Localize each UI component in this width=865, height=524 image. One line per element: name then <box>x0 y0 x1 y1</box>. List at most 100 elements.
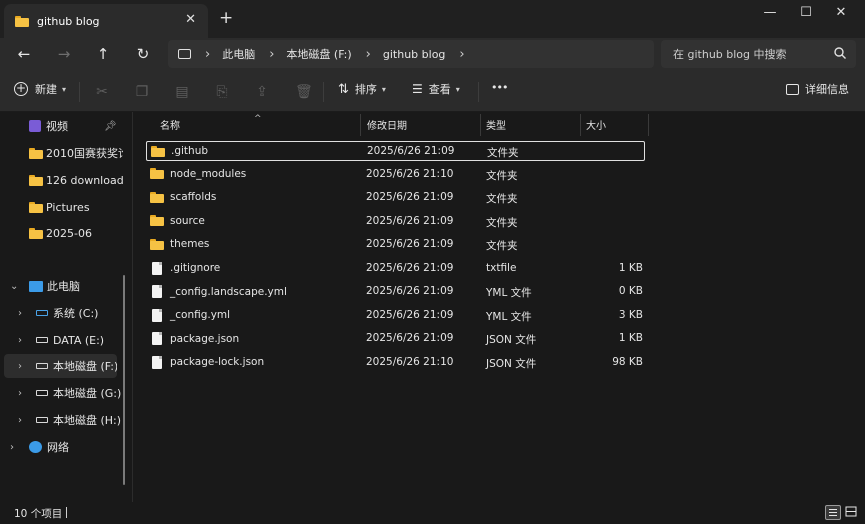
drive-icon <box>36 310 48 316</box>
file-size: 0 KB <box>618 285 643 297</box>
sidebar-item-folder[interactable]: 2025-06 <box>0 221 123 245</box>
sidebar-scrollbar[interactable] <box>123 275 125 485</box>
tiles-view-button[interactable] <box>844 505 860 520</box>
table-row[interactable]: package-lock.json 2025/6/26 21:10 JSON 文件 9… <box>146 353 645 373</box>
table-row[interactable]: _config.yml 2025/6/26 21:09 YML 文件 3 KB <box>146 306 645 326</box>
chevron-right-icon[interactable]: › <box>10 442 14 453</box>
breadcrumb-this-pc[interactable]: 此电脑 <box>222 46 255 62</box>
sidebar-item-this-pc[interactable]: ⌄ 此电脑 <box>0 274 123 298</box>
copy-icon[interactable]: ❐ <box>134 84 150 100</box>
column-divider[interactable] <box>648 114 649 136</box>
forward-button[interactable]: → <box>50 42 78 66</box>
details-view-button[interactable] <box>825 505 841 520</box>
drive-icon <box>36 390 48 396</box>
back-button[interactable]: ← <box>10 42 38 66</box>
column-divider[interactable] <box>480 114 481 136</box>
monitor-icon <box>178 49 191 59</box>
search-placeholder: 在 github blog 中搜索 <box>673 48 787 61</box>
table-row[interactable]: scaffolds 2025/6/26 21:09 文件夹 <box>146 188 645 208</box>
table-row[interactable]: themes 2025/6/26 21:09 文件夹 <box>146 235 645 255</box>
chevron-right-icon: › <box>269 46 275 62</box>
navigation-pane: 视频 📌︎ 2010国赛获奖论 126 download Pictures 20… <box>0 112 133 502</box>
column-divider[interactable] <box>360 114 361 136</box>
network-icon <box>29 441 42 453</box>
table-row[interactable]: source 2025/6/26 21:09 文件夹 <box>146 212 645 232</box>
file-modified: 2025/6/26 21:09 <box>366 238 454 250</box>
chevron-right-icon[interactable]: › <box>18 308 22 319</box>
tab-github-blog[interactable]: github blog ✕ <box>4 4 208 38</box>
share-icon[interactable]: ⇪ <box>254 84 270 100</box>
file-name-cell: scaffolds <box>150 191 216 203</box>
column-header-size[interactable]: 大小 <box>586 112 606 136</box>
chevron-right-icon[interactable]: › <box>18 388 22 399</box>
sidebar-item-label: 此电脑 <box>47 280 80 293</box>
file-modified: 2025/6/26 21:09 <box>367 145 455 157</box>
file-icon <box>152 355 162 369</box>
more-options-button[interactable]: ••• <box>491 81 508 94</box>
folder-icon <box>29 174 43 186</box>
breadcrumb-github-blog[interactable]: github blog <box>383 48 446 61</box>
column-header-type[interactable]: 类型 <box>486 112 506 136</box>
search-input[interactable]: 在 github blog 中搜索 <box>661 40 856 68</box>
up-button[interactable]: ↑ <box>89 42 117 66</box>
file-modified: 2025/6/26 21:10 <box>366 167 454 180</box>
file-modified: 2025/6/26 21:09 <box>366 191 454 203</box>
delete-icon[interactable]: 🗑︎ <box>295 84 313 100</box>
sidebar-item-drive-c[interactable]: › 系统 (C:) <box>0 301 123 325</box>
close-window-button[interactable]: ✕ <box>820 2 862 24</box>
chevron-right-icon[interactable]: › <box>18 361 22 372</box>
folder-icon <box>29 227 43 239</box>
view-button[interactable]: ☰ 查看 ▾ <box>412 81 460 97</box>
folder-icon <box>15 15 29 27</box>
sidebar-item-label: 2010国赛获奖论 <box>46 147 123 160</box>
command-bar: + 新建 ▾ ✂ ❐ ▤ ⎘ ⇪ 🗑︎ ⇅ 排序 ▾ ☰ 查看 ▾ ••• 详细… <box>0 70 865 112</box>
file-size: 98 KB <box>612 355 643 368</box>
sidebar-item-folder[interactable]: 126 download <box>0 168 123 192</box>
column-divider[interactable] <box>580 114 581 136</box>
address-bar[interactable]: › 此电脑 › 本地磁盘 (F:) › github blog › <box>168 40 654 68</box>
chevron-right-icon[interactable]: › <box>18 335 22 346</box>
rename-icon[interactable]: ⎘ <box>214 84 230 100</box>
file-name: package-lock.json <box>170 356 265 368</box>
status-divider <box>66 507 67 518</box>
sidebar-item-network[interactable]: › 网络 <box>0 435 123 459</box>
file-modified: 2025/6/26 21:09 <box>366 214 454 227</box>
table-row[interactable]: .gitignore 2025/6/26 21:09 txtfile 1 KB <box>146 259 645 279</box>
folder-icon <box>150 215 164 226</box>
sidebar-item-label: 2025-06 <box>46 226 92 240</box>
column-header-modified[interactable]: 修改日期 <box>367 112 407 136</box>
file-name: .gitignore <box>170 262 221 274</box>
details-pane-button[interactable]: 详细信息 <box>786 81 849 97</box>
refresh-button[interactable]: ↻ <box>129 42 157 66</box>
cut-icon[interactable]: ✂ <box>94 84 110 100</box>
table-row[interactable]: package.json 2025/6/26 21:09 JSON 文件 1 KB <box>146 329 645 349</box>
table-row[interactable]: .github 2025/6/26 21:09 文件夹 <box>146 141 645 161</box>
sidebar-item-folder[interactable]: Pictures <box>0 195 123 219</box>
sidebar-item-folder[interactable]: 2010国赛获奖论 <box>0 141 123 165</box>
navigation-bar: ← → ↑ ↻ › 此电脑 › 本地磁盘 (F:) › github blog … <box>0 38 865 70</box>
column-header-name[interactable]: 名称 ^ <box>160 112 262 136</box>
sidebar-item-drive-g[interactable]: › 本地磁盘 (G:) <box>0 381 123 405</box>
new-button[interactable]: + 新建 ▾ <box>14 81 66 97</box>
file-type: 文件夹 <box>486 169 518 182</box>
sidebar-item-label: 本地磁盘 (H:) <box>53 414 122 427</box>
new-tab-button[interactable]: + <box>219 8 233 28</box>
chevron-right-icon[interactable]: › <box>18 415 22 426</box>
breadcrumb-drive-f[interactable]: 本地磁盘 (F:) <box>286 46 351 62</box>
sidebar-item-drive-h[interactable]: › 本地磁盘 (H:) <box>0 408 123 432</box>
file-type: 文件夹 <box>486 240 518 252</box>
sort-button[interactable]: ⇅ 排序 ▾ <box>338 81 386 97</box>
chevron-right-icon[interactable]: › <box>459 47 464 62</box>
sidebar-item-drive-f[interactable]: › 本地磁盘 (F:) <box>4 354 117 378</box>
table-row[interactable]: node_modules 2025/6/26 21:10 文件夹 <box>146 165 645 185</box>
folder-icon <box>150 191 164 203</box>
file-modified: 2025/6/26 21:09 <box>366 285 454 297</box>
chevron-down-icon[interactable]: ⌄ <box>10 281 18 292</box>
file-icon <box>152 285 162 298</box>
paste-icon[interactable]: ▤ <box>174 84 190 100</box>
sidebar-item-drive-e[interactable]: › DATA (E:) <box>0 328 123 352</box>
table-row[interactable]: _config.landscape.yml 2025/6/26 21:09 YML … <box>146 282 645 302</box>
search-icon <box>834 47 846 59</box>
sidebar-item-videos[interactable]: 视频 📌︎ <box>0 114 123 138</box>
close-tab-icon[interactable]: ✕ <box>185 12 196 27</box>
